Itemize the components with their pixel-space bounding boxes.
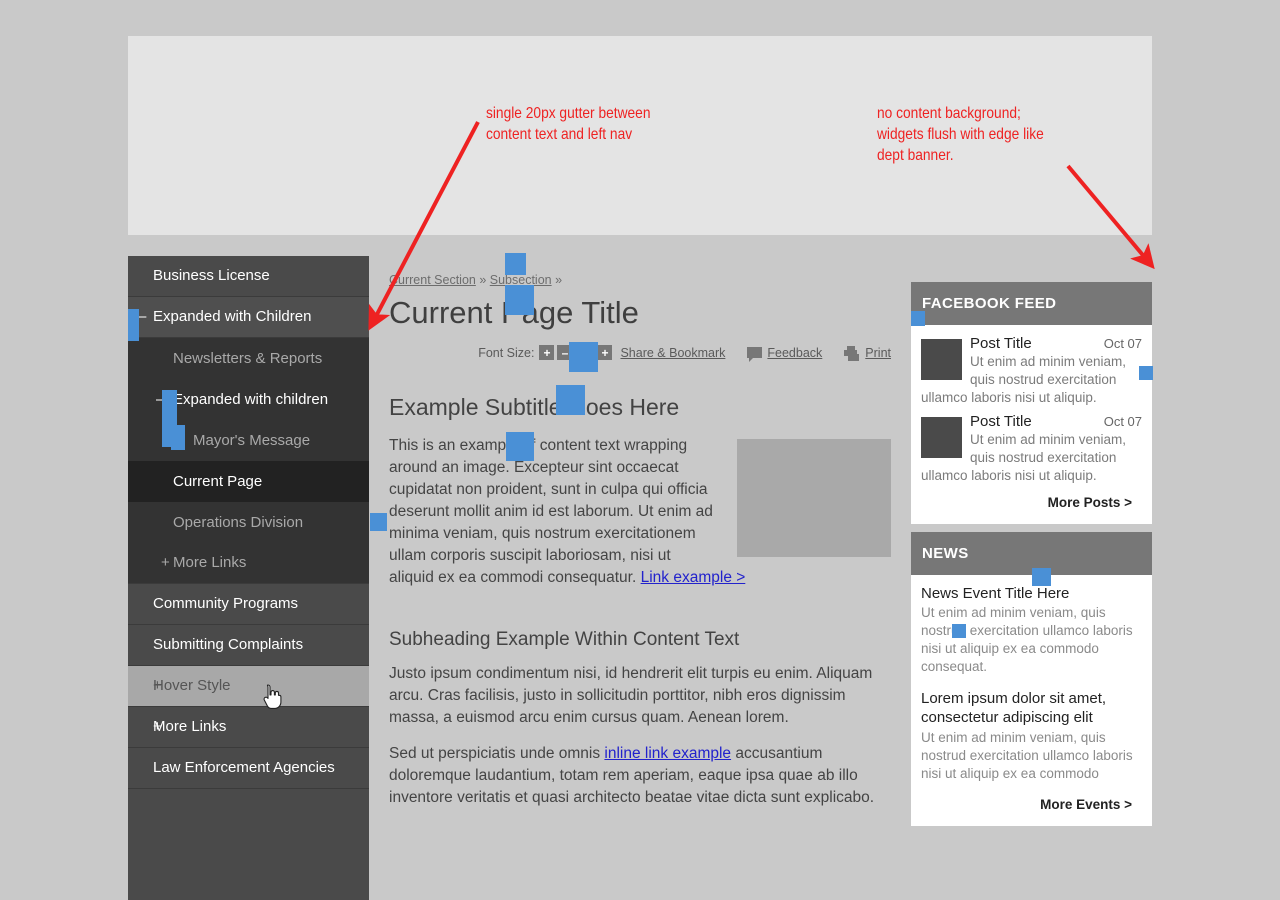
blue-marker bbox=[171, 425, 185, 450]
sidebar-item-label: Newsletters & Reports bbox=[173, 349, 323, 367]
feedback-group[interactable]: Feedback bbox=[747, 346, 822, 363]
sidebar-item-label: Submitting Complaints bbox=[153, 636, 304, 653]
page-title: Current Page Title bbox=[389, 295, 639, 330]
left-navigation: Business License – Expanded with Childre… bbox=[128, 256, 369, 900]
post-date: Oct 07 bbox=[1103, 336, 1142, 351]
breadcrumb-separator: » bbox=[551, 273, 563, 287]
content-subheading: Subheading Example Within Content Text bbox=[389, 628, 740, 650]
blue-marker bbox=[1032, 568, 1051, 586]
sidebar-item-newsletters-reports[interactable]: Newsletters & Reports bbox=[128, 338, 369, 379]
post-title[interactable]: Post Title bbox=[970, 413, 1032, 430]
feedback-link[interactable]: Feedback bbox=[767, 346, 822, 360]
post-date: Oct 07 bbox=[1103, 413, 1142, 429]
page-tools-toolbar: Font Size: + – + Share & Bookmark Feedba… bbox=[389, 344, 891, 363]
breadcrumb-separator: » bbox=[475, 273, 490, 287]
sidebar-item-label: Law Enforcement Agencies bbox=[153, 759, 335, 776]
sidebar-item-community-programs[interactable]: Community Programs bbox=[128, 584, 369, 625]
content-subtitle: Example Subtitle Goes Here bbox=[389, 393, 680, 420]
facebook-feed-body: Post Title Oct 07 Ut enim ad minim venia… bbox=[911, 325, 1152, 524]
blue-marker bbox=[506, 432, 534, 461]
expand-plus-icon[interactable]: + bbox=[153, 718, 162, 736]
more-posts-link[interactable]: More Posts > bbox=[921, 495, 1142, 510]
sidebar-item-label: Expanded with children bbox=[173, 390, 329, 408]
sidebar-item-law-enforcement-agencies[interactable]: Law Enforcement Agencies bbox=[128, 748, 369, 789]
sidebar-item-business-license[interactable]: Business License bbox=[128, 256, 369, 297]
print-link[interactable]: Print bbox=[865, 346, 891, 360]
breadcrumb: Current Section » Subsection » bbox=[389, 256, 891, 287]
page-root: Business License – Expanded with Childre… bbox=[0, 0, 1280, 900]
news-item-title[interactable]: Lorem ipsum dolor sit amet, consectetur … bbox=[921, 690, 1142, 728]
share-bookmark-group[interactable]: + Share & Bookmark bbox=[597, 345, 725, 361]
sidebar-item-label: Expanded with Children bbox=[153, 308, 312, 325]
print-group[interactable]: Print bbox=[844, 346, 891, 362]
speech-bubble-icon bbox=[747, 347, 763, 363]
sidebar-item-label: Business License bbox=[153, 267, 270, 284]
content-paragraph-3: Sed ut perspiciatis unde omnis inline li… bbox=[389, 743, 891, 809]
right-widget-column: FACEBOOK FEED Post Title Oct 07 Ut enim … bbox=[911, 282, 1152, 834]
blue-marker bbox=[370, 513, 387, 531]
expand-plus-icon[interactable]: + bbox=[153, 677, 162, 695]
content-image-placeholder bbox=[737, 438, 891, 557]
blue-marker bbox=[911, 311, 925, 326]
sidebar-item-more-links[interactable]: + More Links bbox=[128, 707, 369, 748]
annotation-gutter: single 20px gutter between content text … bbox=[486, 105, 651, 144]
sidebar-item-current-page[interactable]: Current Page bbox=[128, 461, 369, 502]
sidebar-item-label: Community Programs bbox=[153, 595, 299, 612]
content-lower-block: Subheading Example Within Content Text J… bbox=[389, 629, 891, 809]
blue-marker bbox=[556, 385, 585, 415]
facebook-feed-title: FACEBOOK FEED bbox=[911, 282, 1152, 325]
news-item-text: Ut enim ad minim veniam, quis nostrud ex… bbox=[921, 605, 1133, 675]
sidebar-item-expanded-with-children[interactable]: – Expanded with Children bbox=[128, 297, 369, 338]
blue-marker bbox=[952, 624, 966, 638]
list-item[interactable]: Post Title Oct 07 Ut enim ad minim venia… bbox=[921, 335, 1142, 407]
printer-icon bbox=[844, 346, 860, 362]
blue-marker bbox=[569, 342, 598, 372]
collapse-minus-icon[interactable]: – bbox=[138, 308, 146, 326]
inline-link-example[interactable]: inline link example bbox=[604, 745, 731, 762]
sidebar-item-more-links-sub[interactable]: + More Links bbox=[128, 543, 369, 584]
expand-plus-icon[interactable]: + bbox=[161, 554, 170, 572]
sidebar-item-label: Operations Division bbox=[173, 513, 304, 531]
share-plus-icon[interactable]: + bbox=[597, 345, 613, 361]
news-item-text: Ut enim ad minim veniam, quis nostrud ex… bbox=[921, 729, 1133, 781]
content-paragraph-2: Justo ipsum condimentum nisi, id hendrer… bbox=[389, 664, 873, 726]
sidebar-item-operations-division[interactable]: Operations Division bbox=[128, 502, 369, 543]
sidebar-item-label: Current Page bbox=[173, 472, 263, 490]
breadcrumb-link-section[interactable]: Current Section bbox=[389, 273, 476, 287]
post-thumbnail bbox=[921, 416, 962, 458]
sidebar-item-label: More Links bbox=[153, 718, 227, 735]
blue-marker bbox=[128, 309, 139, 341]
mouse-cursor-pointer-icon bbox=[263, 684, 282, 709]
post-thumbnail bbox=[921, 339, 962, 380]
news-body: News Event Title Here Ut enim ad minim v… bbox=[911, 575, 1152, 826]
paragraph-text-pre: Sed ut perspiciatis unde omnis bbox=[389, 744, 605, 762]
paragraph-text: This is an example of content text wrapp… bbox=[389, 436, 713, 586]
post-title[interactable]: Post Title bbox=[970, 335, 1032, 352]
blue-marker bbox=[505, 285, 534, 315]
link-example[interactable]: Link example > bbox=[641, 569, 746, 586]
post-header: Post Title Oct 07 bbox=[970, 413, 1142, 430]
post-header: Post Title Oct 07 bbox=[970, 335, 1142, 352]
facebook-feed-widget: FACEBOOK FEED Post Title Oct 07 Ut enim … bbox=[911, 282, 1152, 524]
annotation-content-background: no content background; widgets flush wit… bbox=[877, 105, 1044, 165]
sidebar-item-label: Mayor's Message bbox=[193, 431, 311, 449]
sidebar-item-label: Hover Style bbox=[153, 677, 231, 694]
font-size-label: Font Size: bbox=[478, 345, 535, 360]
sidebar-item-submitting-complaints[interactable]: Submitting Complaints bbox=[128, 625, 369, 666]
blue-marker bbox=[1139, 366, 1153, 380]
share-bookmark-link[interactable]: Share & Bookmark bbox=[620, 346, 725, 360]
list-item[interactable]: Post Title Oct 07 Ut enim ad minim venia… bbox=[921, 413, 1142, 485]
list-item[interactable]: Lorem ipsum dolor sit amet, consectetur … bbox=[921, 690, 1142, 782]
blue-marker bbox=[505, 253, 526, 275]
content-block-with-image: This is an example of content text wrapp… bbox=[389, 435, 891, 589]
main-content: Current Section » Subsection » Current P… bbox=[389, 256, 891, 809]
font-size-increase-button[interactable]: + bbox=[539, 345, 555, 361]
sidebar-item-label: More Links bbox=[173, 554, 247, 571]
more-events-link[interactable]: More Events > bbox=[921, 797, 1142, 812]
news-item-title[interactable]: News Event Title Here bbox=[921, 585, 1142, 604]
sidebar-item-hover-style[interactable]: + Hover Style bbox=[128, 666, 369, 707]
